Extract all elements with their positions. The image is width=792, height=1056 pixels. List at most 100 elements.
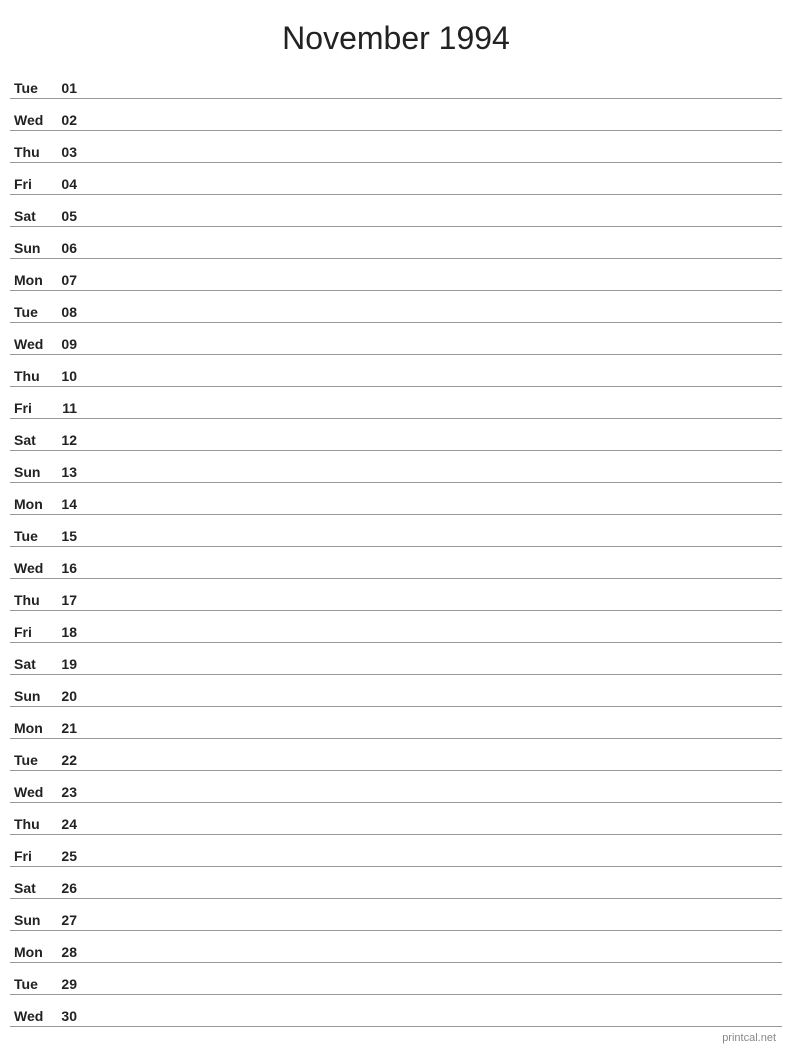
table-row: Sat19 (10, 643, 782, 675)
day-number: 16 (55, 560, 85, 576)
day-line (85, 703, 782, 704)
day-name: Thu (10, 368, 55, 384)
day-name: Wed (10, 784, 55, 800)
day-line (85, 991, 782, 992)
day-name: Sun (10, 912, 55, 928)
table-row: Thu03 (10, 131, 782, 163)
day-line (85, 447, 782, 448)
day-line (85, 511, 782, 512)
day-line (85, 223, 782, 224)
table-row: Fri11 (10, 387, 782, 419)
day-name: Fri (10, 400, 55, 416)
day-name: Wed (10, 1008, 55, 1024)
day-number: 27 (55, 912, 85, 928)
day-number: 15 (55, 528, 85, 544)
day-number: 21 (55, 720, 85, 736)
day-name: Fri (10, 176, 55, 192)
day-name: Mon (10, 944, 55, 960)
day-number: 24 (55, 816, 85, 832)
day-number: 29 (55, 976, 85, 992)
table-row: Sun27 (10, 899, 782, 931)
day-line (85, 831, 782, 832)
day-line (85, 543, 782, 544)
day-line (85, 479, 782, 480)
day-line (85, 95, 782, 96)
table-row: Tue08 (10, 291, 782, 323)
day-name: Sun (10, 688, 55, 704)
day-name: Fri (10, 848, 55, 864)
day-line (85, 159, 782, 160)
day-line (85, 959, 782, 960)
day-name: Sun (10, 464, 55, 480)
table-row: Tue22 (10, 739, 782, 771)
table-row: Sun20 (10, 675, 782, 707)
day-number: 26 (55, 880, 85, 896)
day-line (85, 287, 782, 288)
day-line (85, 1023, 782, 1024)
day-line (85, 415, 782, 416)
day-line (85, 927, 782, 928)
day-line (85, 639, 782, 640)
day-name: Thu (10, 144, 55, 160)
day-line (85, 383, 782, 384)
page-title: November 1994 (0, 0, 792, 67)
day-name: Tue (10, 528, 55, 544)
day-line (85, 799, 782, 800)
day-name: Wed (10, 336, 55, 352)
day-number: 04 (55, 176, 85, 192)
day-name: Sat (10, 880, 55, 896)
day-number: 03 (55, 144, 85, 160)
day-name: Fri (10, 624, 55, 640)
table-row: Wed09 (10, 323, 782, 355)
day-name: Tue (10, 752, 55, 768)
day-number: 23 (55, 784, 85, 800)
table-row: Fri04 (10, 163, 782, 195)
day-number: 11 (55, 400, 85, 416)
day-name: Mon (10, 272, 55, 288)
day-number: 12 (55, 432, 85, 448)
table-row: Tue01 (10, 67, 782, 99)
day-line (85, 127, 782, 128)
table-row: Sat26 (10, 867, 782, 899)
day-line (85, 735, 782, 736)
day-number: 10 (55, 368, 85, 384)
day-name: Sat (10, 208, 55, 224)
day-line (85, 671, 782, 672)
table-row: Fri25 (10, 835, 782, 867)
table-row: Mon07 (10, 259, 782, 291)
calendar-grid: Tue01Wed02Thu03Fri04Sat05Sun06Mon07Tue08… (0, 67, 792, 1027)
day-name: Mon (10, 496, 55, 512)
table-row: Wed16 (10, 547, 782, 579)
table-row: Wed23 (10, 771, 782, 803)
table-row: Tue29 (10, 963, 782, 995)
day-line (85, 863, 782, 864)
day-number: 14 (55, 496, 85, 512)
day-name: Thu (10, 592, 55, 608)
day-line (85, 319, 782, 320)
day-line (85, 607, 782, 608)
day-name: Wed (10, 560, 55, 576)
table-row: Sat05 (10, 195, 782, 227)
table-row: Wed30 (10, 995, 782, 1027)
day-number: 19 (55, 656, 85, 672)
day-number: 06 (55, 240, 85, 256)
day-number: 30 (55, 1008, 85, 1024)
day-line (85, 575, 782, 576)
day-name: Tue (10, 976, 55, 992)
table-row: Sat12 (10, 419, 782, 451)
table-row: Thu24 (10, 803, 782, 835)
day-number: 05 (55, 208, 85, 224)
day-name: Sat (10, 432, 55, 448)
day-name: Tue (10, 304, 55, 320)
day-name: Wed (10, 112, 55, 128)
day-name: Thu (10, 816, 55, 832)
table-row: Thu17 (10, 579, 782, 611)
day-number: 28 (55, 944, 85, 960)
day-name: Tue (10, 80, 55, 96)
day-number: 08 (55, 304, 85, 320)
day-line (85, 767, 782, 768)
table-row: Sun06 (10, 227, 782, 259)
day-line (85, 191, 782, 192)
table-row: Tue15 (10, 515, 782, 547)
day-line (85, 351, 782, 352)
